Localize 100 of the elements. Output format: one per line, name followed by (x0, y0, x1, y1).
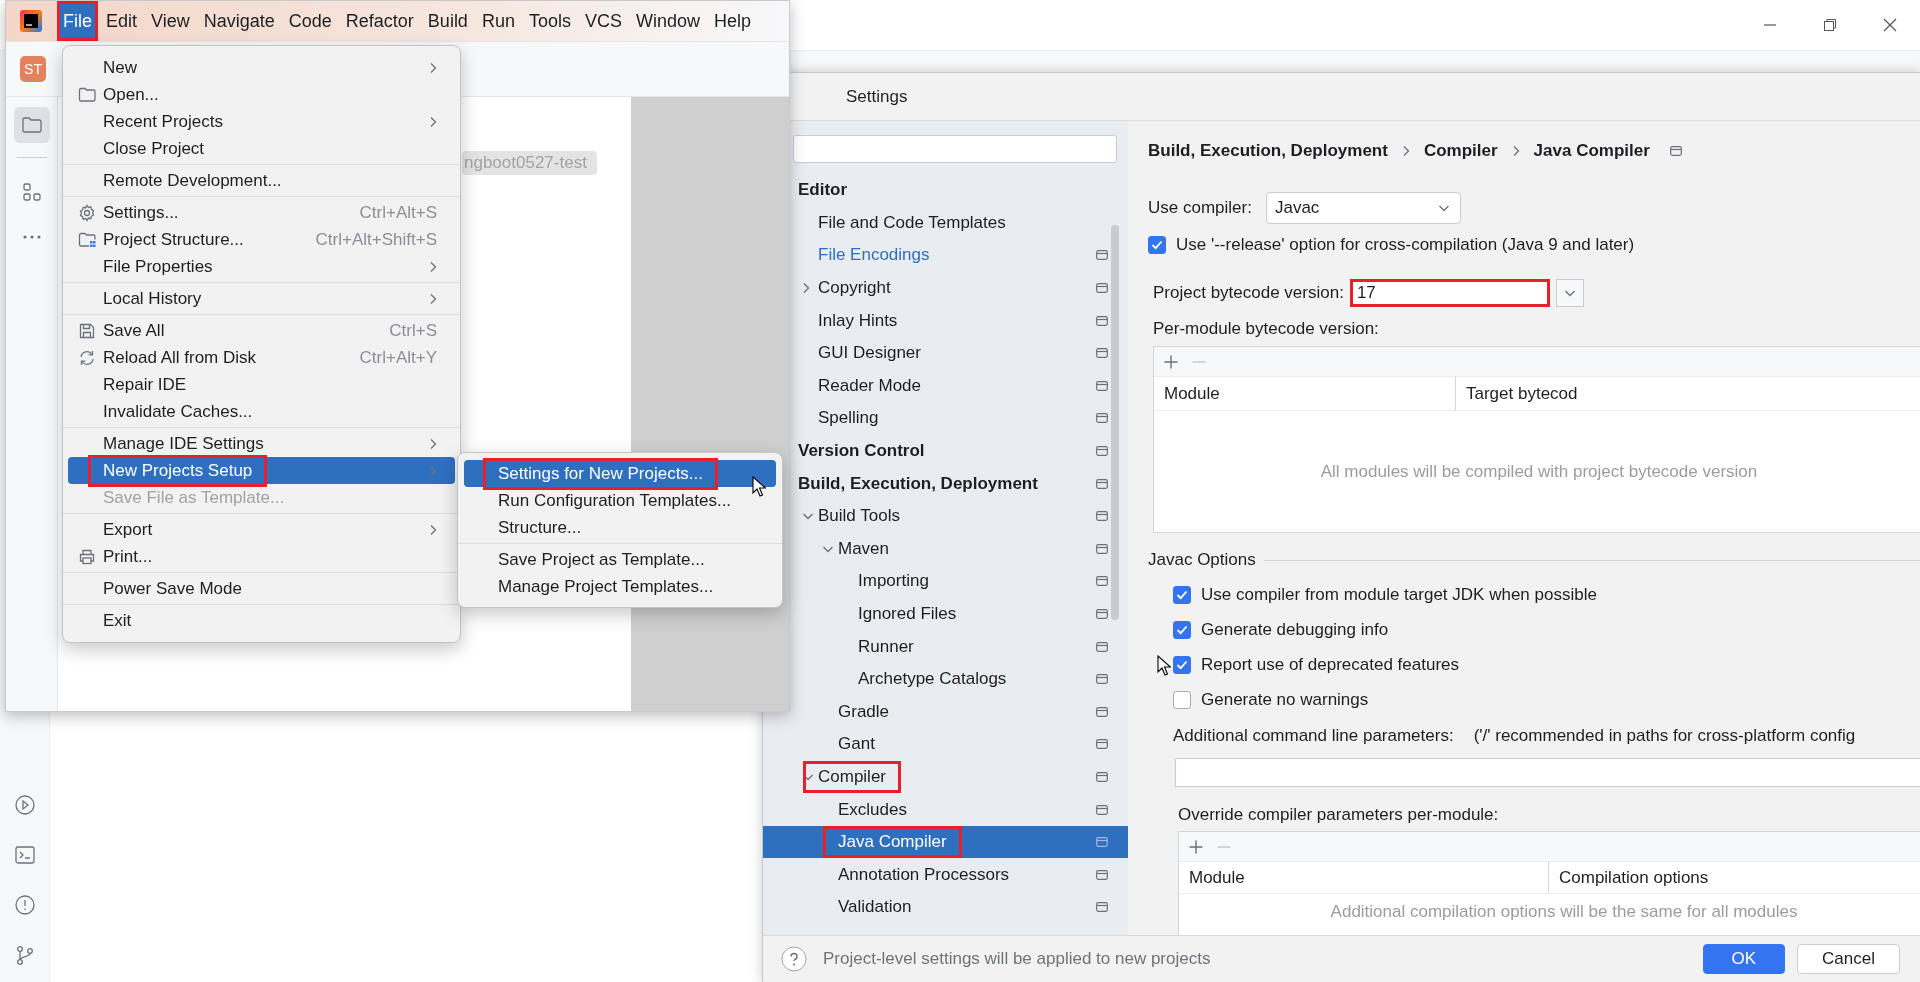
menu-bar-item[interactable]: Refactor (339, 1, 420, 41)
structure-icon[interactable] (21, 182, 42, 202)
tree-item[interactable]: Compiler (793, 760, 1128, 794)
cancel-button[interactable]: Cancel (1797, 944, 1900, 974)
tree-item[interactable]: Build, Execution, Deployment (793, 467, 1128, 500)
menu-item[interactable]: Manage IDE Settings (68, 430, 455, 457)
chevron-right-icon (1401, 145, 1410, 157)
tree-item[interactable]: Version Control (793, 434, 1128, 468)
shortcut-text: Ctrl+Alt+Shift+S (315, 229, 437, 250)
version-field[interactable]: 17 (1349, 279, 1550, 307)
menu-item[interactable]: New Projects Setup (68, 457, 455, 484)
tree-item[interactable]: Java Compiler (763, 825, 1128, 859)
tree-item[interactable]: Maven (793, 532, 1128, 566)
tree-item[interactable]: Annotation Processors (793, 858, 1128, 892)
tree-item[interactable]: Reader Mode (793, 369, 1128, 403)
save-icon (78, 321, 96, 340)
tree-item[interactable]: Runner (793, 630, 1128, 663)
more-icon[interactable] (21, 234, 42, 240)
breadcrumb-item[interactable]: Build, Execution, Deployment (1148, 141, 1388, 161)
add-icon[interactable] (1189, 839, 1203, 854)
menu-item[interactable]: File Properties (68, 253, 455, 280)
breadcrumb-item[interactable]: Compiler (1423, 141, 1498, 161)
search-field[interactable] (793, 135, 1117, 163)
add-icon[interactable] (1164, 354, 1178, 369)
menu-item[interactable]: Manage Project Templates... (464, 573, 776, 600)
menu-item[interactable]: Print... (68, 543, 455, 570)
tree-item[interactable]: Copyright (793, 271, 1128, 305)
tree-item[interactable]: File Encodings (793, 239, 1128, 272)
menu-item[interactable]: New (68, 54, 455, 81)
menu-bar-item[interactable]: View (145, 1, 196, 41)
menu-bar-item[interactable]: Help (708, 1, 758, 41)
menu-item[interactable]: Recent Projects (68, 108, 455, 135)
menu-item[interactable]: Invalidate Caches... (68, 398, 455, 425)
menu-bar-item[interactable]: Run (475, 1, 521, 41)
tree-item[interactable]: Validation (793, 891, 1128, 924)
column-header[interactable]: Module (1179, 862, 1549, 893)
compiler-dropdown[interactable]: Javac (1265, 192, 1461, 224)
checkbox[interactable] (1148, 236, 1166, 254)
menu-item[interactable]: Local History (68, 285, 455, 312)
section-title: Javac Options (1148, 550, 1256, 570)
tree-item[interactable]: Excludes (793, 793, 1128, 826)
ok-button[interactable]: OK (1702, 944, 1786, 974)
tree-item[interactable]: Editor (793, 174, 1128, 207)
checkbox[interactable] (1173, 655, 1191, 674)
column-header[interactable]: Module (1154, 377, 1456, 410)
menu-item[interactable]: Remote Development... (68, 167, 455, 194)
tree-item[interactable]: Inlay Hints (793, 304, 1128, 337)
tree-item[interactable]: Gradle (793, 695, 1128, 729)
column-header[interactable]: Target bytecod (1456, 377, 1578, 410)
checkbox[interactable] (1173, 690, 1191, 709)
help-icon[interactable] (781, 946, 807, 972)
settings-icon (78, 203, 96, 222)
menu-bar-item[interactable]: Tools (522, 1, 577, 41)
menu-bar-item[interactable]: File (57, 1, 98, 41)
menu-item[interactable]: Settings... Ctrl+Alt+S (68, 199, 455, 226)
warning-icon[interactable] (13, 894, 36, 916)
tree-item[interactable]: GUI Designer (793, 336, 1128, 370)
tree-item[interactable]: Build Tools (793, 499, 1128, 533)
tree-item[interactable]: Importing (793, 565, 1128, 598)
menu-item[interactable]: Structure... (464, 514, 776, 541)
menu-item[interactable]: Export (68, 516, 455, 543)
run-icon[interactable] (13, 794, 36, 816)
tree-item[interactable]: Ignored Files (793, 597, 1128, 631)
checkbox[interactable] (1173, 585, 1191, 604)
menu-bar-item[interactable]: Build (421, 1, 474, 41)
column-header[interactable]: Compilation options (1549, 862, 1709, 893)
menu-item[interactable]: Open... (68, 81, 455, 108)
project-tool-button[interactable] (13, 107, 50, 143)
menu-item[interactable]: Save All Ctrl+S (68, 317, 455, 344)
menu-item[interactable]: Repair IDE (68, 371, 455, 398)
menu-bar-item[interactable]: VCS (578, 1, 628, 41)
tree-item[interactable]: Archetype Catalogs (793, 662, 1128, 696)
breadcrumb-item[interactable]: Java Compiler (1533, 141, 1650, 161)
menu-item[interactable]: Run Configuration Templates... (464, 487, 776, 514)
shortcut-text: Ctrl+Alt+Y (359, 347, 437, 368)
checkmark-icon (1176, 659, 1188, 670)
dropdown-button[interactable] (1555, 279, 1584, 307)
terminal-icon[interactable] (13, 844, 36, 866)
tree-item[interactable]: Spelling (793, 402, 1128, 435)
scrollbar[interactable] (1111, 225, 1119, 620)
menu-item[interactable]: Exit (68, 607, 455, 634)
menu-bar-item[interactable]: Edit (100, 1, 144, 41)
parameters-field[interactable] (1175, 758, 1920, 787)
shortcut-text: Ctrl+Alt+S (359, 202, 437, 223)
tree-item[interactable]: Gant (793, 728, 1128, 761)
checkbox[interactable] (1173, 620, 1191, 639)
menu-bar-item[interactable]: Window (629, 1, 706, 41)
checkbox-label: Report use of deprecated features (1201, 654, 1459, 675)
menu-item[interactable]: Reload All from Disk Ctrl+Alt+Y (68, 344, 455, 371)
menu-bar-item[interactable]: Navigate (197, 1, 281, 41)
tree-item[interactable]: File and Code Templates (793, 206, 1128, 240)
empty-table-text: All modules will be compiled with project bytecode version (1320, 461, 1758, 482)
menu-bar-item[interactable]: Code (282, 1, 338, 41)
restore-icon[interactable] (1823, 18, 1837, 32)
menu-item[interactable]: Save Project as Template... (464, 546, 776, 573)
menu-item[interactable]: Power Save Mode (68, 575, 455, 602)
close-icon[interactable] (1883, 18, 1897, 32)
menu-item[interactable]: Settings for New Projects... (464, 460, 776, 487)
menu-item[interactable]: Close Project (68, 135, 455, 162)
menu-item[interactable]: Project Structure... Ctrl+Alt+Shift+S (68, 226, 455, 253)
